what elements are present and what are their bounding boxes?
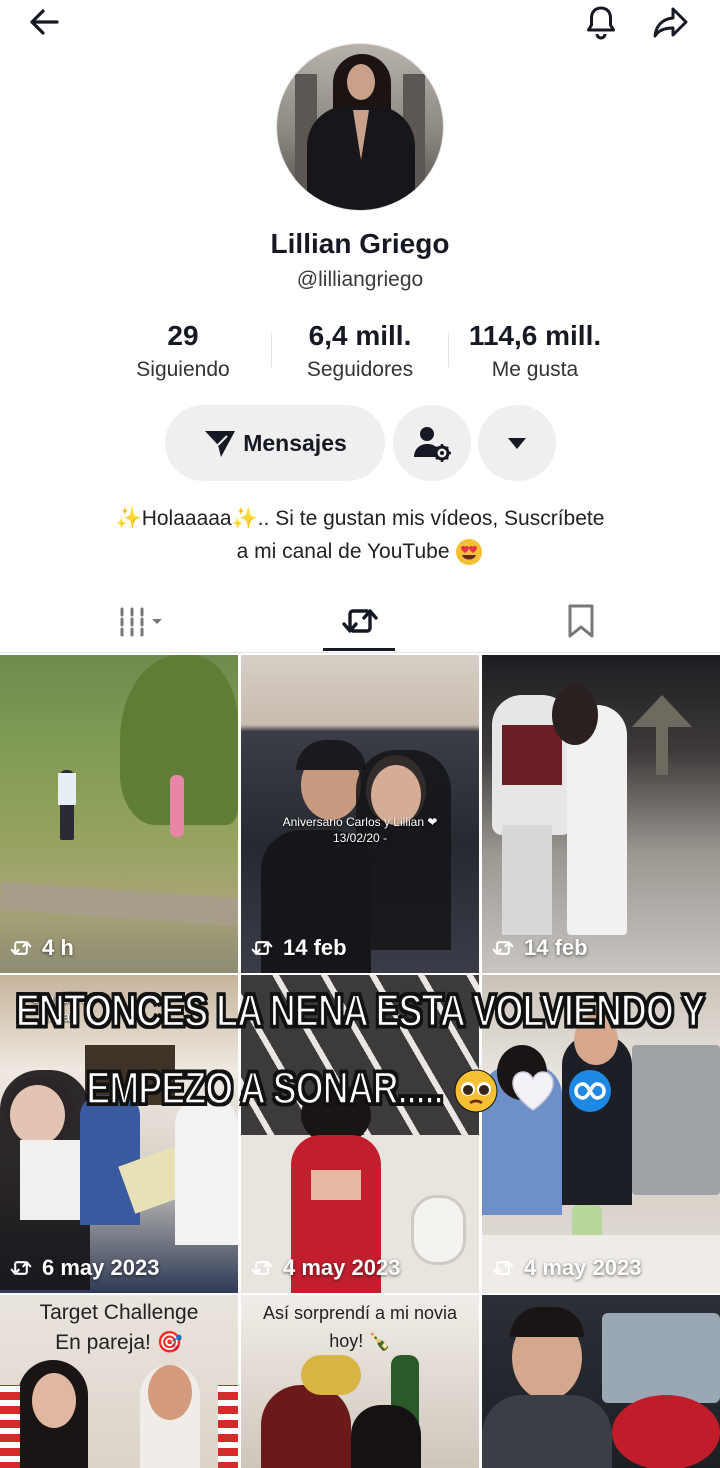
video-thumbnail[interactable]: 4 h	[0, 655, 238, 973]
video-date: 6 may 2023	[42, 1255, 160, 1280]
stat-followers-label: Seguidores	[306, 358, 414, 381]
profile-handle: @lilliangriego	[296, 268, 424, 291]
video-label: 4 h	[8, 935, 74, 961]
video-label: 14 feb	[249, 935, 347, 961]
stat-likes[interactable]: 114,6 mill. Me gusta	[450, 320, 620, 382]
user-settings-icon	[414, 427, 451, 462]
video-date: 4 h	[42, 935, 74, 960]
video-label: 4 may 2023	[249, 1255, 400, 1281]
video-title: Target Challenge	[39, 1301, 199, 1324]
stat-following-value: 29	[167, 320, 199, 351]
repost-icon	[342, 609, 378, 633]
video-date: 4 may 2023	[524, 1255, 642, 1280]
profile-bio: ✨Holaaaaa✨.. Si te gustan mis vídeos, Su…	[0, 502, 720, 568]
repost-icon	[251, 1261, 273, 1275]
bio-line-2: a mi canal de YouTube	[236, 540, 450, 563]
video-title-2: hoy! 🍾	[329, 1331, 391, 1351]
more-dropdown-button[interactable]	[478, 405, 556, 481]
send-icon	[205, 431, 236, 457]
overlay-caption-line-2-wrap: EMPEZO A SONAR.....	[0, 1061, 710, 1120]
repost-icon	[10, 1261, 32, 1275]
stat-followers-value: 6,4 mill.	[308, 320, 412, 351]
video-thumbnail[interactable]: Target Challenge En pareja! 🎯	[0, 1295, 238, 1468]
video-thumbnail[interactable]	[482, 1295, 720, 1468]
bell-icon[interactable]	[581, 2, 621, 42]
video-date: 4 may 2023	[283, 1255, 401, 1280]
video-thumbnail[interactable]: 14 feb	[482, 655, 720, 973]
stat-following[interactable]: 29 Siguiendo	[98, 320, 268, 382]
infinity-emoji-icon	[568, 1070, 611, 1113]
stat-likes-value: 114,6 mill.	[468, 320, 602, 351]
bio-line-1: ✨Holaaaaa✨.. Si te gustan mis vídeos, Su…	[115, 507, 605, 530]
top-bar	[0, 0, 720, 44]
stat-divider	[448, 333, 449, 367]
back-arrow-icon[interactable]	[24, 2, 64, 42]
tab-favorites[interactable]	[461, 590, 701, 652]
white-heart-emoji-icon	[511, 1071, 554, 1112]
overlay-caption-line-1: ENTONCES LA NENA ESTA VOLVIENDO Y	[15, 984, 706, 1038]
tabs-divider	[0, 652, 720, 653]
messages-button-label: Mensajes	[243, 429, 347, 456]
repost-icon	[10, 941, 32, 955]
grid-icon	[120, 607, 162, 637]
video-caption-2: 13/02/20 -	[332, 831, 388, 845]
repost-icon	[492, 1261, 514, 1275]
video-thumbnail[interactable]: Aniversario Carlos y Lillian ❤ 13/02/20 …	[241, 655, 479, 973]
heart-eyes-emoji-icon	[456, 539, 483, 566]
stat-followers[interactable]: 6,4 mill. Seguidores	[275, 320, 445, 382]
stat-likes-label: Me gusta	[491, 358, 579, 381]
video-label: 6 may 2023	[8, 1255, 159, 1281]
avatar[interactable]	[276, 43, 444, 211]
video-date: 14 feb	[283, 935, 347, 960]
active-tab-indicator	[323, 648, 395, 651]
video-label: 14 feb	[490, 935, 588, 961]
video-date: 14 feb	[524, 935, 588, 960]
share-icon[interactable]	[651, 2, 691, 42]
messages-button[interactable]: Mensajes	[165, 405, 385, 481]
tab-videos[interactable]	[24, 590, 264, 652]
video-title-2: En pareja! 🎯	[55, 1331, 183, 1354]
video-label: 4 may 2023	[490, 1255, 641, 1281]
repost-icon	[492, 941, 514, 955]
add-friend-button[interactable]	[393, 405, 471, 481]
tab-reposts[interactable]	[240, 590, 480, 652]
stat-divider	[271, 333, 272, 367]
profile-tabs	[0, 590, 720, 652]
profile-name: Lillian Griego	[270, 228, 450, 259]
bookmark-icon	[568, 604, 594, 638]
video-thumbnail[interactable]: Así sorprendí a mi novia hoy! 🍾	[241, 1295, 479, 1468]
repost-icon	[251, 941, 273, 955]
pleading-face-emoji-icon	[454, 1070, 498, 1114]
bio-line-2-wrap: a mi canal de YouTube	[0, 535, 720, 568]
stat-following-label: Siguiendo	[136, 358, 230, 381]
triangle-down-icon	[508, 438, 526, 449]
video-caption: Aniversario Carlos y Lillian ❤	[282, 815, 438, 829]
overlay-caption-line-2: EMPEZO A SONAR.....	[85, 1061, 444, 1115]
